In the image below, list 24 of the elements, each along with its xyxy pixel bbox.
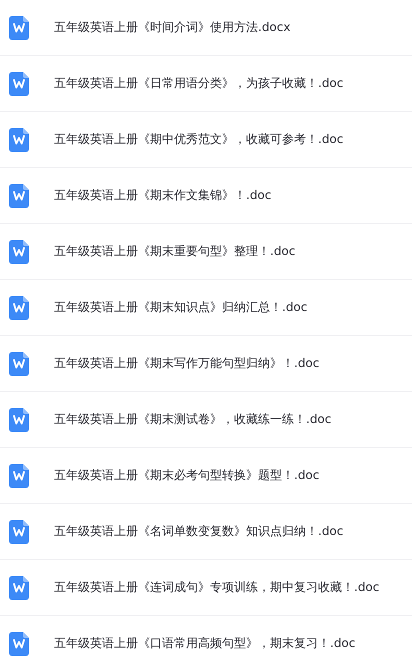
document-icon xyxy=(9,16,29,40)
document-icon xyxy=(9,352,29,376)
file-name[interactable]: 五年级英语上册《日常用语分类》，为孩子收藏！.doc xyxy=(54,75,344,92)
file-name[interactable]: 五年级英语上册《期末测试卷》，收藏练一练！.doc xyxy=(54,411,332,428)
document-icon xyxy=(9,296,29,320)
document-icon xyxy=(9,184,29,208)
file-name[interactable]: 五年级英语上册《名词单数变复数》知识点归纳！.doc xyxy=(54,523,344,540)
file-name[interactable]: 五年级英语上册《期末作文集锦》！.doc xyxy=(54,187,272,204)
file-name[interactable]: 五年级英语上册《期末重要句型》整理！.doc xyxy=(54,243,296,260)
document-icon xyxy=(9,464,29,488)
document-icon xyxy=(9,72,29,96)
file-name[interactable]: 五年级英语上册《连词成句》专项训练，期中复习收藏！.doc xyxy=(54,579,380,596)
file-name[interactable]: 五年级英语上册《期末写作万能句型归纳》！.doc xyxy=(54,355,320,372)
document-icon xyxy=(9,128,29,152)
file-name[interactable]: 五年级英语上册《时间介词》使用方法.docx xyxy=(54,19,290,36)
file-name[interactable]: 五年级英语上册《口语常用高频句型》，期末复习！.doc xyxy=(54,635,356,652)
document-icon xyxy=(9,520,29,544)
file-name[interactable]: 五年级英语上册《期中优秀范文》，收藏可参考！.doc xyxy=(54,131,344,148)
file-name[interactable]: 五年级英语上册《期末知识点》归纳汇总！.doc xyxy=(54,299,308,316)
document-icon xyxy=(9,240,29,264)
document-icon xyxy=(9,576,29,600)
document-icon xyxy=(9,408,29,432)
file-name[interactable]: 五年级英语上册《期末必考句型转换》题型！.doc xyxy=(54,467,320,484)
document-icon xyxy=(9,632,29,656)
